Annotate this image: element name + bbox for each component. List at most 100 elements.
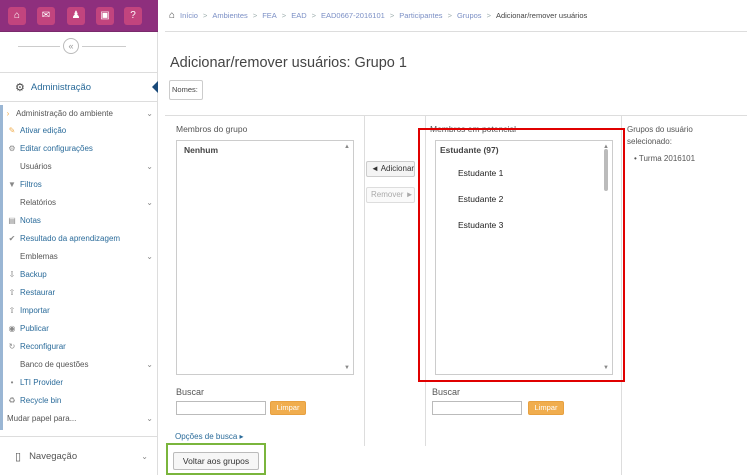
navigation-block-header[interactable]: ▯ Navegação ⌄ xyxy=(0,436,158,475)
breadcrumb-separator: > xyxy=(447,11,452,20)
breadcrumb-item-ambientes[interactable]: Ambientes xyxy=(212,11,247,20)
breadcrumb-item-course[interactable]: EAD0667-2016101 xyxy=(321,11,385,20)
column-divider xyxy=(364,116,365,446)
back-to-groups-button[interactable]: Voltar aos grupos xyxy=(173,452,259,470)
breadcrumb-item-ead[interactable]: EAD xyxy=(291,11,306,20)
grades-icon: ▤ xyxy=(8,215,16,225)
tree-item-question-bank[interactable]: Banco de questões ⌄ xyxy=(20,356,158,372)
tree-item-lti-provider[interactable]: • LTI Provider xyxy=(7,374,158,390)
breadcrumb: ⌂ Início > Ambientes > FEA > EAD > EAD06… xyxy=(165,0,747,32)
members-header: Membros do grupo xyxy=(176,124,248,134)
tree-item-label: Filtros xyxy=(20,179,42,189)
tree-item-label: Banco de questões xyxy=(20,359,89,369)
tree-item-edit-settings[interactable]: ⚙ Editar configurações xyxy=(7,140,158,156)
names-field[interactable]: Nomes: xyxy=(169,80,203,100)
breadcrumb-separator: > xyxy=(486,11,491,20)
tree-item-outcomes[interactable]: ✔ Resultado da aprendizagem xyxy=(7,230,158,246)
members-search-input[interactable] xyxy=(176,401,266,415)
outcomes-icon: ✔ xyxy=(8,233,16,243)
administration-title: Administração xyxy=(30,81,92,93)
list-item[interactable]: Estudante 1 xyxy=(458,168,503,178)
tree-item-backup[interactable]: ⇩ Backup xyxy=(7,266,158,282)
divider xyxy=(82,46,126,47)
potential-members-header: Membros em potencial xyxy=(430,124,516,134)
tree-item-label: LTI Provider xyxy=(20,377,63,387)
tree-item-course-admin[interactable]: › Administração do ambiente ⌄ xyxy=(3,105,158,121)
tree-item-label: Importar xyxy=(20,305,50,315)
home-icon[interactable]: ⌂ xyxy=(8,7,26,25)
active-block-indicator xyxy=(152,81,158,93)
tree-item-grades[interactable]: ▤ Notas xyxy=(7,212,158,228)
tree-item-users[interactable]: Usuários ⌄ xyxy=(20,158,158,174)
breadcrumb-separator: > xyxy=(389,11,395,20)
import-icon: ⇧ xyxy=(8,305,16,315)
recycle-icon: ♻ xyxy=(8,395,16,405)
divider xyxy=(18,46,60,47)
list-item[interactable]: Nenhum xyxy=(184,145,218,155)
tree-item-label: Backup xyxy=(20,269,47,279)
bullet-icon: • xyxy=(10,377,14,387)
tree-item-label: Restaurar xyxy=(20,287,56,297)
tree-item-label: Mudar papel para... xyxy=(7,413,77,423)
tree-item-filters[interactable]: ▼ Filtros xyxy=(7,176,158,192)
list-item[interactable]: Estudante 2 xyxy=(458,194,503,204)
potential-clear-button[interactable]: Limpar xyxy=(528,401,564,415)
column-divider xyxy=(425,116,426,446)
tree-item-reset[interactable]: ↻ Reconfigurar xyxy=(7,338,158,354)
breadcrumb-item-grupos[interactable]: Grupos xyxy=(457,11,482,20)
members-listbox[interactable]: Nenhum ▲ ▼ xyxy=(176,140,354,375)
mail-icon[interactable]: ✉ xyxy=(37,7,55,25)
chevron-down-icon: ⌄ xyxy=(141,451,148,461)
tree-item-import[interactable]: ⇧ Importar xyxy=(7,302,158,318)
restore-icon: ⇧ xyxy=(8,287,16,297)
sidebar: « ⚙ Administração › Administração do amb… xyxy=(0,32,158,475)
administration-block-header[interactable]: ⚙ Administração xyxy=(0,72,158,102)
tree-item-publish[interactable]: ◉ Publicar xyxy=(7,320,158,336)
tree-item-badges[interactable]: Emblemas ⌄ xyxy=(20,248,158,264)
list-item[interactable]: Estudante 3 xyxy=(458,220,503,230)
breadcrumb-item-current: Adicionar/remover usuários xyxy=(495,11,588,20)
collapse-sidebar-icon[interactable]: « xyxy=(63,38,79,54)
chevron-down-icon: ⌄ xyxy=(146,413,153,423)
tree-item-reports[interactable]: Relatórios ⌄ xyxy=(20,194,158,210)
scroll-down-icon[interactable]: ▼ xyxy=(603,365,609,371)
backup-icon: ⇩ xyxy=(8,269,16,279)
chevron-down-icon: ⌄ xyxy=(146,359,153,369)
tree-item-label: Reconfigurar xyxy=(20,341,66,351)
caret-right-icon: › xyxy=(6,108,10,118)
potential-search-input[interactable] xyxy=(432,401,522,415)
scroll-down-icon[interactable]: ▼ xyxy=(344,365,350,371)
search-options-link[interactable]: Opções de busca ▸ xyxy=(175,432,244,441)
gear-icon: ⚙ xyxy=(8,143,16,153)
selected-user-groups-header: Grupos do usuário selecionado: xyxy=(627,125,693,146)
tree-item-restore[interactable]: ⇧ Restaurar xyxy=(7,284,158,300)
pencil-icon: ✎ xyxy=(8,125,16,135)
administration-tree: › Administração do ambiente ⌄ ✎ Ativar e… xyxy=(0,105,158,430)
top-icon-bar: ⌂ ✉ ♟ ▣ ? xyxy=(0,0,158,32)
tree-item-label: Notas xyxy=(20,215,41,225)
help-icon[interactable]: ? xyxy=(124,7,142,25)
add-button[interactable]: ◄ Adicionar xyxy=(366,161,415,177)
tree-item-turn-editing-on[interactable]: ✎ Ativar edição xyxy=(7,122,158,138)
breadcrumb-item-fea[interactable]: FEA xyxy=(262,11,277,20)
gear-icon: ⚙ xyxy=(15,81,25,94)
breadcrumb-separator: > xyxy=(281,11,287,20)
breadcrumb-item-participantes[interactable]: Participantes xyxy=(399,11,442,20)
potential-members-listbox[interactable]: Estudante (97) Estudante 1 Estudante 2 E… xyxy=(435,140,613,375)
publish-icon: ◉ xyxy=(8,323,16,333)
tree-item-label: Administração do ambiente xyxy=(16,108,113,118)
scroll-up-icon[interactable]: ▲ xyxy=(344,144,350,150)
scrollbar-thumb[interactable] xyxy=(604,149,608,191)
page-title: Adicionar/remover usuários: Grupo 1 xyxy=(170,55,407,71)
chevron-down-icon: ⌄ xyxy=(146,161,153,171)
remove-button[interactable]: Remover ► xyxy=(366,187,415,203)
potential-search-label: Buscar xyxy=(432,387,461,397)
breadcrumb-item-inicio[interactable]: Início xyxy=(180,11,198,20)
home-icon[interactable]: ⌂ xyxy=(169,10,175,21)
members-clear-button[interactable]: Limpar xyxy=(270,401,306,415)
tree-item-recycle-bin[interactable]: ♻ Recycle bin xyxy=(7,392,158,408)
tree-item-label: Relatórios xyxy=(20,197,57,207)
users-icon[interactable]: ♟ xyxy=(67,7,85,25)
book-icon[interactable]: ▣ xyxy=(96,7,114,25)
tree-item-switch-role[interactable]: Mudar papel para... ⌄ xyxy=(7,410,158,426)
